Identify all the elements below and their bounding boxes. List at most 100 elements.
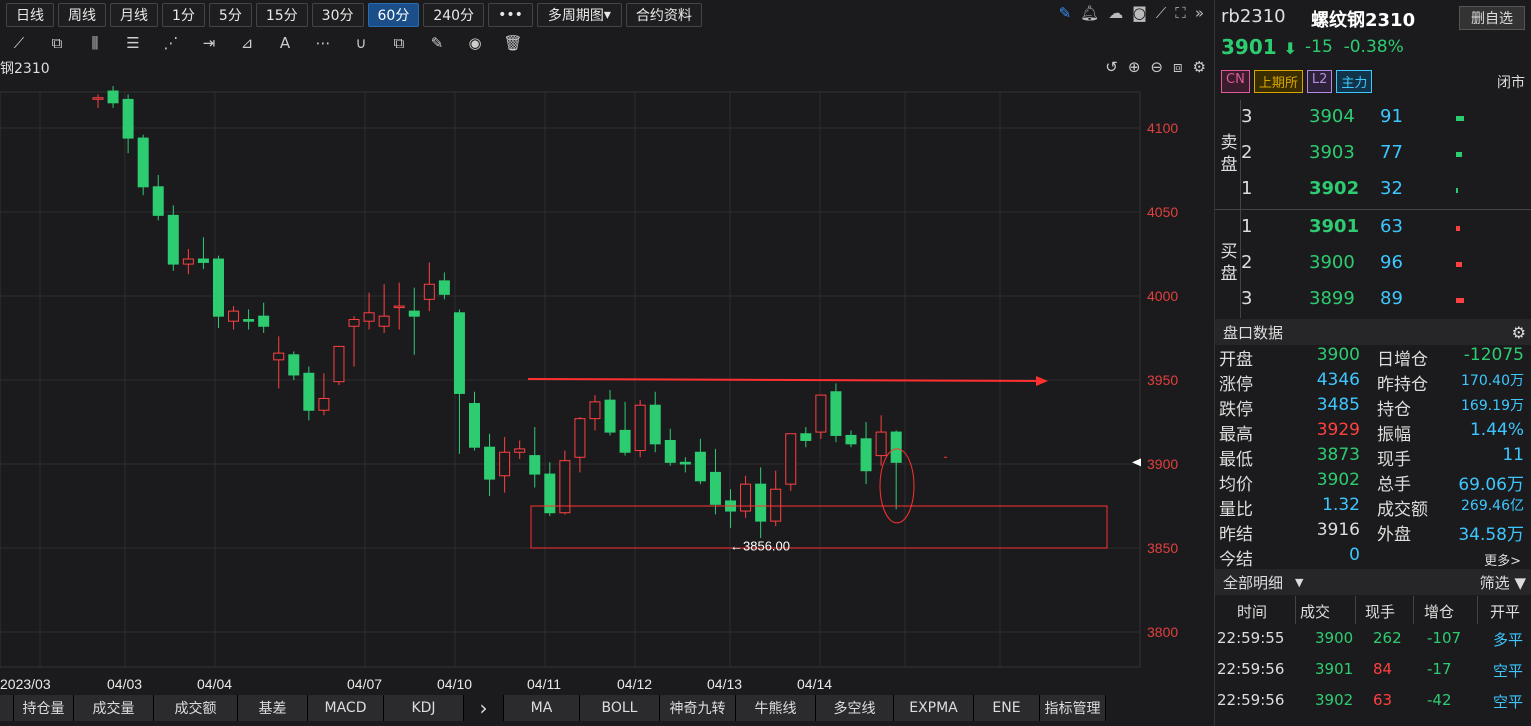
stat-value: 3900 (1316, 345, 1360, 365)
period-button-7[interactable]: 60分 (367, 3, 420, 27)
ask-volume: 91 (1380, 106, 1403, 127)
eye-icon[interactable]: ◉ (456, 34, 494, 52)
stat-value: 3916 (1316, 520, 1360, 540)
trade-cell: -107 (1427, 629, 1462, 647)
candlestick-chart[interactable]: 4100 4050 4000 3950 3900 3850 3800 2023/03 04/03… (0, 80, 1212, 692)
tab-6[interactable]: MA (504, 695, 580, 721)
period-button-0[interactable]: 日线 (6, 3, 54, 27)
column-divider (1413, 596, 1414, 624)
trade-cell: 22:59:55 (1217, 629, 1285, 647)
edit-icon[interactable]: ✎ (418, 34, 456, 52)
column-divider (1295, 596, 1296, 624)
magnet-icon[interactable]: ∪ (342, 34, 380, 52)
zoom-out-icon[interactable]: ⊖ (1150, 58, 1163, 76)
fib-tool-icon[interactable]: ⫼ (76, 34, 114, 52)
tab-13[interactable]: 指标管理 (1040, 695, 1106, 721)
candle-body (574, 418, 586, 458)
tag-list: CN 上期所 L2 主力 (1221, 70, 1373, 93)
x-tick-label: 04/12 (617, 676, 652, 692)
candle-body (709, 471, 721, 505)
multi-period-button[interactable]: 多周期图 ▾ (536, 3, 622, 27)
period-button-8[interactable]: 240分 (423, 3, 485, 27)
stat-label: 均价 (1219, 475, 1253, 495)
stat-label-2: 昨持仓 (1377, 375, 1428, 395)
filter-button[interactable]: 筛选 ▼ (1480, 572, 1526, 593)
trades-col-header: 成交 (1300, 603, 1331, 621)
trash-icon[interactable]: 🗑︎ (494, 34, 532, 52)
tab-7[interactable]: BOLL (580, 695, 660, 721)
more-tools-icon[interactable]: ⋯ (304, 34, 342, 52)
stat-value-2: 170.40万 (1461, 373, 1524, 389)
fullscreen-icon[interactable]: ⛶ (1175, 4, 1186, 22)
pen-icon[interactable]: ✎ (1059, 4, 1072, 22)
zoom-in-icon[interactable]: ⊕ (1128, 58, 1141, 76)
copy-icon[interactable]: ⧉ (380, 34, 418, 52)
stat-value: 3902 (1316, 470, 1360, 490)
ruler-icon[interactable]: ⟋ (1156, 4, 1167, 22)
tab-2[interactable]: 成交额 (154, 695, 238, 721)
dropdown-icon[interactable]: ▼ (1295, 576, 1303, 589)
stat-label-2: 外盘 (1377, 525, 1411, 545)
tab-3[interactable]: 基差 (238, 695, 308, 721)
text-tool-icon[interactable]: A (266, 34, 304, 52)
channel-tool-icon[interactable]: ⧉ (38, 34, 76, 52)
x-tick-label: 04/03 (107, 676, 142, 692)
undo-icon[interactable]: ↺ (1105, 58, 1118, 76)
candle-body (619, 429, 631, 453)
tab-5[interactable]: KDJ (384, 695, 464, 721)
stats-settings-icon[interactable]: ⚙ (1512, 323, 1526, 342)
candle-body (800, 433, 812, 441)
line-tool-icon[interactable]: ⟋ (0, 34, 38, 52)
candle-body (514, 448, 526, 453)
candle-body (559, 460, 571, 514)
settings-icon[interactable]: ⚙ (1193, 58, 1206, 76)
period-button-2[interactable]: 月线 (110, 3, 158, 27)
drawing-toolbar: ⟋ ⧉ ⫼ ☰ ⋰ ⇥ ⊿ A ⋯ ∪ ⧉ ✎ ◉ 🗑︎ (0, 31, 580, 55)
gann-tool-icon[interactable]: ⊿ (228, 34, 266, 52)
tab-0[interactable]: 持仓量 (14, 695, 74, 721)
camera-icon[interactable]: ◙ (1132, 4, 1147, 22)
candle-body (499, 451, 511, 477)
more-link[interactable]: 更多> (1484, 550, 1521, 569)
period-button-5[interactable]: 15分 (255, 3, 308, 27)
collapse-icon[interactable]: » (1195, 4, 1204, 22)
tab-scroll-left[interactable] (0, 695, 14, 721)
bid-volume-bar (1456, 262, 1462, 267)
cloud-icon[interactable]: ☁ (1108, 4, 1123, 22)
contract-info-button[interactable]: 合约资料 (625, 3, 702, 27)
tab-9[interactable]: 牛熊线 (736, 695, 816, 721)
period-button-6[interactable]: 30分 (311, 3, 364, 27)
tag-3: 主力 (1336, 70, 1373, 93)
fan-tool-icon[interactable]: ⋰ (152, 34, 190, 52)
tab-10[interactable]: 多空线 (816, 695, 894, 721)
bell-icon[interactable]: 🔔︎ (1080, 4, 1099, 22)
stat-row: 开盘 3900 日增仓 -12075 (1215, 345, 1531, 370)
measure-tool-icon[interactable]: ⇥ (190, 34, 228, 52)
period-button-3[interactable]: 1分 (162, 3, 205, 27)
tab-12[interactable]: ENE (974, 695, 1040, 721)
trades-header: 全部明细 ▼ 筛选 ▼ (1215, 569, 1531, 595)
ask-volume: 32 (1380, 178, 1403, 199)
stat-value: 3873 (1316, 445, 1360, 465)
trades-title[interactable]: 全部明细 (1223, 572, 1283, 593)
tab-8[interactable]: 神奇九转 (660, 695, 736, 721)
x-tick-label: 04/10 (437, 676, 472, 692)
tab-1[interactable]: 成交量 (74, 695, 154, 721)
level-tool-icon[interactable]: ☰ (114, 34, 152, 52)
chart-controls: ↺ ⊕ ⊖ ⧈ ⚙ (1105, 58, 1206, 76)
period-button-4[interactable]: 5分 (208, 3, 252, 27)
candle-body (92, 97, 104, 100)
more-periods-button[interactable]: ••• (488, 3, 533, 27)
tab-11[interactable]: EXPMA (894, 695, 974, 721)
period-button-1[interactable]: 周线 (58, 3, 106, 27)
tab-4[interactable]: MACD (308, 695, 384, 721)
restore-icon[interactable]: ⧈ (1173, 58, 1183, 76)
trade-row: 22:59:56 3902 63 -42 空平 (1215, 691, 1531, 722)
trade-cell: 多平 (1493, 631, 1524, 649)
stat-row: 量比 1.32 成交额 269.46亿 (1215, 495, 1531, 520)
remove-watchlist-button[interactable]: 删自选 (1459, 6, 1525, 30)
y-tick-label: 4000 (1147, 288, 1178, 304)
tab-next-icon[interactable]: › (464, 695, 504, 721)
bid-volume: 96 (1380, 252, 1403, 273)
stat-value-2: -12075 (1463, 345, 1524, 365)
